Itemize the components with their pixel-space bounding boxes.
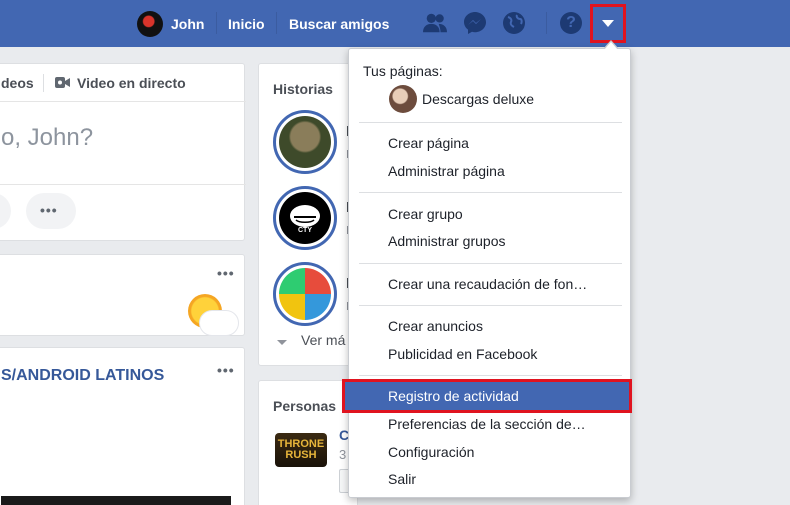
post-page-name[interactable]: S/ANDROID LATINOS — [1, 367, 164, 385]
tab-photo-video[interactable]: deos — [1, 75, 34, 91]
composer-tabs: deos Video en directo — [0, 64, 246, 102]
composer-card: deos Video en directo o, John? ••• — [0, 63, 246, 241]
divider — [276, 12, 277, 34]
suggestion-meta: 3 — [339, 447, 347, 462]
help-glyph: ? — [560, 12, 582, 34]
menu-divider — [359, 305, 622, 306]
account-menu: Tus páginas: Descargas deluxe Crear pági… — [342, 40, 632, 498]
stories-card: Historias CTY Ver má — [258, 63, 358, 366]
more-options-button[interactable]: ••• — [26, 193, 76, 229]
avatar — [137, 10, 163, 37]
profile-name: John — [171, 15, 205, 32]
divider — [43, 74, 44, 92]
see-more-link[interactable]: Ver má — [301, 332, 345, 348]
menu-divider — [359, 263, 622, 264]
menu-item-create-fundraiser[interactable]: Crear una recaudación de fon… — [349, 272, 630, 296]
post-media[interactable] — [1, 496, 231, 505]
divider — [216, 12, 217, 34]
story-image — [279, 268, 331, 320]
menu-item-create-group[interactable]: Crear grupo — [349, 202, 630, 226]
people-title: Personas — [273, 398, 337, 414]
menu-pointer — [604, 42, 618, 50]
feed-card: ••• — [0, 254, 245, 336]
divider — [546, 12, 547, 34]
live-video-icon — [55, 77, 70, 88]
menu-item-page[interactable]: Descargas deluxe — [349, 87, 630, 111]
your-pages-label: Tus páginas: — [363, 63, 443, 79]
notifications-globe-icon[interactable] — [502, 11, 526, 35]
friends-icon[interactable] — [423, 11, 447, 35]
chevron-down-icon — [277, 340, 287, 345]
chevron-down-icon — [602, 20, 614, 27]
help-icon[interactable]: ? — [559, 11, 583, 35]
story-avatar[interactable]: CTY — [273, 186, 337, 250]
find-friends-link[interactable]: Buscar amigos — [289, 0, 389, 47]
stories-title: Historias — [273, 81, 333, 97]
menu-divider — [359, 122, 622, 123]
menu-item-manage-groups[interactable]: Administrar grupos — [349, 229, 630, 253]
composer-prompt[interactable]: o, John? — [1, 124, 93, 152]
tab-live-video[interactable]: Video en directo — [77, 75, 186, 91]
menu-divider — [359, 192, 622, 193]
game-logo[interactable]: THRONE RUSH — [275, 433, 327, 467]
post-options-icon[interactable]: ••• — [217, 265, 235, 281]
cloud-icon — [199, 310, 239, 336]
menu-item-create-page[interactable]: Crear página — [349, 131, 630, 155]
menu-item-activity-log[interactable]: Registro de actividad — [342, 379, 632, 413]
story-image — [279, 116, 331, 168]
divider — [0, 184, 246, 185]
composer-option-button[interactable] — [0, 193, 11, 229]
top-navigation-bar: John Inicio Buscar amigos ? — [0, 0, 790, 47]
menu-item-manage-page[interactable]: Administrar página — [349, 159, 630, 183]
menu-item-settings[interactable]: Configuración — [349, 440, 630, 464]
account-dropdown-button[interactable] — [590, 4, 626, 43]
menu-item-create-ads[interactable]: Crear anuncios — [349, 314, 630, 338]
post-options-icon[interactable]: ••• — [217, 362, 235, 378]
story-image: CTY — [279, 192, 331, 244]
story-avatar[interactable] — [273, 110, 337, 174]
menu-item-news-feed-preferences[interactable]: Preferencias de la sección de… — [349, 412, 630, 436]
svg-text:CTY: CTY — [298, 227, 312, 233]
story-avatar[interactable] — [273, 262, 337, 326]
menu-item-advertising[interactable]: Publicidad en Facebook — [349, 342, 630, 366]
profile-link[interactable]: John — [137, 0, 204, 47]
messenger-icon[interactable] — [463, 11, 487, 35]
menu-divider — [359, 375, 622, 376]
menu-item-logout[interactable]: Salir — [349, 467, 630, 491]
more-dots-icon: ••• — [40, 202, 58, 218]
post-card: S/ANDROID LATINOS ••• — [0, 347, 245, 505]
home-link[interactable]: Inicio — [228, 0, 265, 47]
menu-item-label: Registro de actividad — [388, 388, 519, 404]
